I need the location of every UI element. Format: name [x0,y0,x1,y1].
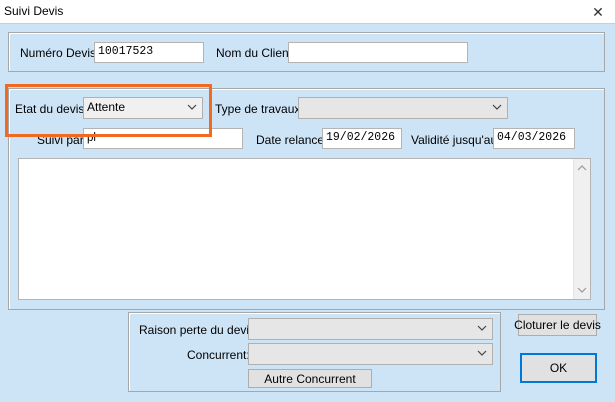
type-travaux-label: Type de travaux: [215,102,304,116]
ok-button[interactable]: OK [520,353,597,383]
concurrent-select[interactable] [248,343,493,365]
window-title: Suivi Devis [4,4,64,18]
numero-devis-field[interactable]: 10017523 [94,42,204,63]
chevron-down-icon [477,325,487,331]
date-relance-field[interactable]: 19/02/2026 [322,128,402,149]
autre-concurrent-button[interactable]: Autre Concurrent [248,369,372,388]
nom-client-field[interactable] [288,42,468,63]
raison-perte-select[interactable] [248,318,493,340]
type-travaux-select[interactable] [298,97,508,119]
title-bar: Suivi Devis ✕ [0,0,615,24]
validite-field[interactable]: 04/03/2026 [493,128,575,149]
scroll-up-arrow-icon[interactable] [576,163,588,173]
scroll-down-arrow-icon[interactable] [576,285,588,295]
numero-devis-label: Numéro Devis: [20,46,100,60]
nom-client-label: Nom du Client: [216,46,296,60]
validite-label: Validité jusqu'au: [411,133,501,147]
close-icon[interactable]: ✕ [589,3,607,21]
chevron-down-icon [477,350,487,356]
raison-perte-label: Raison perte du devis: [139,323,259,337]
notes-scrollbar[interactable] [573,159,590,299]
concurrent-label: Concurrent: [187,348,250,362]
highlight-box [5,84,212,137]
cloturer-devis-button[interactable]: Cloturer le devis [514,314,601,336]
date-relance-label: Date relance: [256,133,328,147]
notes-textarea[interactable] [18,158,591,300]
chevron-down-icon [492,104,502,110]
